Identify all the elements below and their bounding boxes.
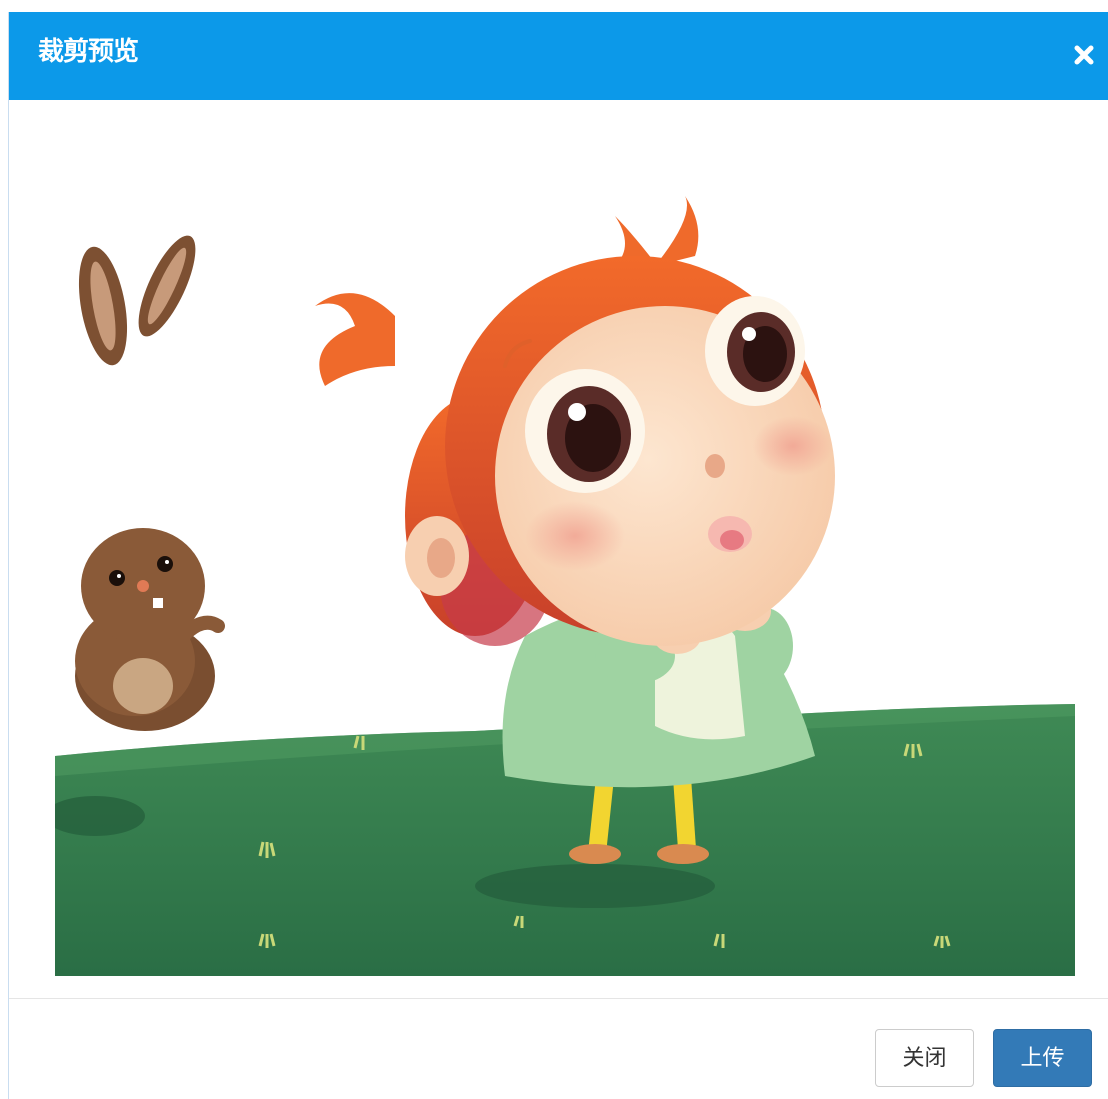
upload-button[interactable]: 上传 xyxy=(993,1029,1092,1087)
dialog-title: 裁剪预览 xyxy=(38,37,139,67)
page: 裁剪预览 关闭 上传 xyxy=(0,0,1108,1099)
close-icon[interactable] xyxy=(1073,44,1095,66)
crop-preview-image xyxy=(55,116,1075,976)
illustration xyxy=(55,116,1075,976)
crop-preview-dialog: 裁剪预览 关闭 上传 xyxy=(8,12,1108,1099)
close-button[interactable]: 关闭 xyxy=(875,1029,974,1087)
dialog-header: 裁剪预览 xyxy=(9,12,1108,100)
footer-divider xyxy=(9,998,1108,999)
dialog-body xyxy=(9,100,1108,998)
